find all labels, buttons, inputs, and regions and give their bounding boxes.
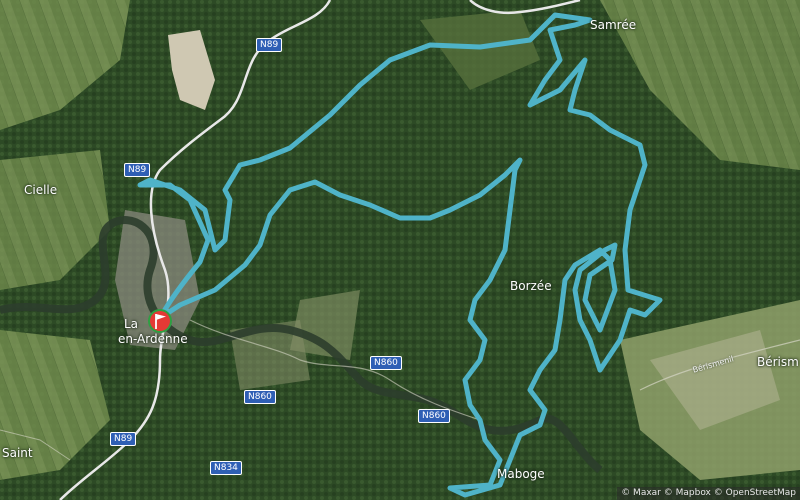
maxar-attribution-link[interactable]: © Maxar xyxy=(621,488,661,498)
place-label-maboge: Maboge xyxy=(497,467,545,481)
osm-attribution-link[interactable]: © OpenStreetMap xyxy=(714,488,796,498)
place-label-saint: Saint xyxy=(2,446,33,460)
start-flag-icon[interactable] xyxy=(145,306,175,336)
road-shield-n860: N860 xyxy=(244,390,276,404)
place-label-berismenil: Bérism xyxy=(757,355,799,369)
map-view[interactable]: Samrée Cielle La en-Ardenne Borzée Béris… xyxy=(0,0,800,500)
mapbox-attribution-link[interactable]: © Mapbox xyxy=(664,488,711,498)
road-shield-n89: N89 xyxy=(124,163,151,177)
place-label-la-roche-line1: La xyxy=(124,317,139,331)
road-shield-n89: N89 xyxy=(110,432,137,446)
road-shield-n89: N89 xyxy=(256,38,283,52)
place-label-samree: Samrée xyxy=(590,18,637,32)
road-shield-n860: N860 xyxy=(370,356,402,370)
place-label-cielle: Cielle xyxy=(24,183,58,197)
map-attribution: © Maxar © Mapbox © OpenStreetMap xyxy=(617,487,800,500)
road-shield-n834: N834 xyxy=(210,461,242,475)
route-line[interactable] xyxy=(137,12,663,498)
place-label-borzee: Borzée xyxy=(510,279,552,293)
hiking-route-overlay xyxy=(137,12,663,498)
road-shield-n860: N860 xyxy=(418,409,450,423)
